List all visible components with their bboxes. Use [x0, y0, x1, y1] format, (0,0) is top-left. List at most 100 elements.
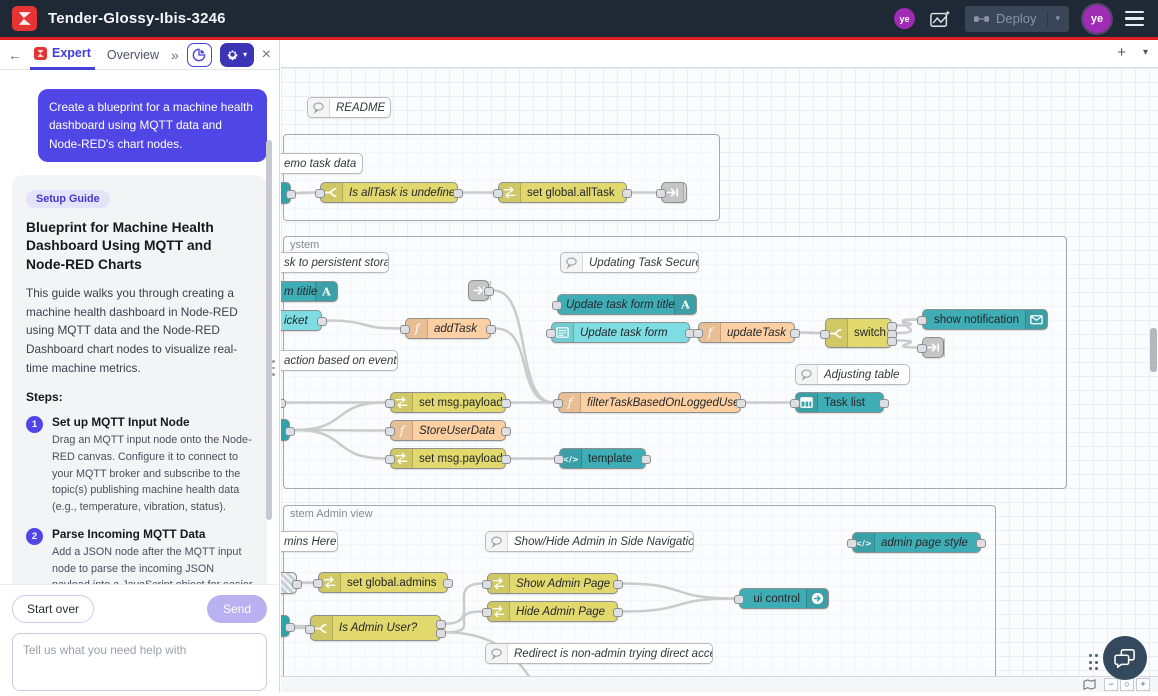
input-port[interactable]: [847, 539, 857, 548]
assistant-chat-button[interactable]: [1103, 636, 1147, 680]
output-port[interactable]: [436, 629, 446, 638]
output-port[interactable]: [790, 329, 800, 338]
panel-resize-handle[interactable]: [272, 360, 275, 376]
flow-node[interactable]: ffilterTaskBasedOnLoggedUser: [558, 392, 741, 413]
flow-node[interactable]: set global.admins: [318, 572, 448, 593]
input-port[interactable]: [313, 579, 323, 588]
start-over-button[interactable]: Start over: [12, 595, 94, 623]
send-button[interactable]: Send: [207, 595, 267, 623]
zoom-in-button[interactable]: +: [1136, 678, 1150, 691]
flow-node[interactable]: [281, 182, 291, 204]
canvas-scrollbar[interactable]: [1150, 68, 1157, 676]
canvas-scroll-thumb[interactable]: [1150, 328, 1157, 372]
menu-icon[interactable]: [1125, 11, 1144, 27]
output-port[interactable]: [484, 287, 494, 296]
fab-drag-handle[interactable]: [1089, 654, 1099, 670]
usage-chart-button[interactable]: [187, 43, 212, 67]
input-port[interactable]: [734, 595, 744, 604]
input-port[interactable]: [385, 427, 395, 436]
comment-node[interactable]: mins Here: [281, 531, 338, 552]
flow-node[interactable]: Hide Admin Page: [487, 601, 618, 622]
flow-node[interactable]: Update task form: [551, 322, 690, 343]
input-port[interactable]: [400, 325, 410, 334]
input-port[interactable]: [315, 189, 325, 198]
output-port[interactable]: [641, 455, 651, 464]
output-port[interactable]: [292, 580, 302, 589]
output-port[interactable]: [453, 189, 463, 198]
flow-node[interactable]: set global.allTask: [498, 182, 627, 203]
output-port[interactable]: [436, 620, 446, 629]
output-port[interactable]: [613, 580, 623, 589]
tab-overview[interactable]: Overview: [103, 40, 163, 70]
tab-expert[interactable]: Expert: [30, 40, 95, 70]
close-icon[interactable]: ×: [262, 46, 271, 64]
panel-scrollbar[interactable]: [266, 140, 272, 520]
output-port[interactable]: [286, 190, 296, 199]
flow-node[interactable]: icket: [281, 310, 322, 331]
help-input[interactable]: [12, 633, 267, 691]
input-port[interactable]: [656, 189, 666, 198]
input-port[interactable]: [482, 608, 492, 617]
flow-node[interactable]: Is Admin User?: [310, 615, 441, 641]
output-port[interactable]: [317, 317, 327, 326]
avatar-large[interactable]: ye: [1083, 5, 1111, 33]
input-port[interactable]: [482, 580, 492, 589]
comment-node[interactable]: Adjusting table: [795, 364, 910, 385]
output-port[interactable]: [501, 427, 511, 436]
input-port[interactable]: [552, 301, 562, 310]
output-port[interactable]: [736, 399, 746, 408]
input-port[interactable]: [917, 316, 927, 325]
output-port[interactable]: [285, 623, 295, 632]
avatar-small[interactable]: ye: [894, 8, 915, 29]
back-icon[interactable]: ←: [8, 47, 22, 63]
input-port[interactable]: [385, 399, 395, 408]
flow-node[interactable]: faddTask: [405, 318, 491, 339]
flow-node[interactable]: ui control: [739, 588, 829, 609]
zoom-reset-button[interactable]: ○: [1120, 678, 1134, 691]
collapse-tabs-icon[interactable]: »: [171, 47, 179, 63]
comment-node[interactable]: sk to persistent storage: [281, 252, 389, 273]
flow-node[interactable]: switch: [825, 318, 892, 348]
comment-node[interactable]: Redirect is non-admin trying direct acce…: [485, 643, 713, 664]
flow-node[interactable]: Show Admin Page: [487, 573, 618, 594]
flow-node[interactable]: [281, 419, 290, 441]
input-port[interactable]: [790, 399, 800, 408]
flow-node[interactable]: [468, 280, 489, 301]
input-port[interactable]: [546, 329, 556, 338]
flow-node[interactable]: AUpdate task form title: [557, 294, 697, 315]
comment-node[interactable]: Updating Task Securely: [560, 252, 699, 273]
zoom-out-button[interactable]: −: [1104, 678, 1118, 691]
input-port[interactable]: [820, 330, 830, 339]
input-port[interactable]: [493, 189, 503, 198]
input-port[interactable]: [305, 625, 315, 634]
deploy-caret-icon[interactable]: ▾: [1055, 13, 1060, 24]
flow-list-caret-icon[interactable]: ▾: [1143, 47, 1148, 58]
output-port[interactable]: [501, 455, 511, 464]
input-port[interactable]: [385, 455, 395, 464]
flow-node[interactable]: [281, 572, 297, 594]
output-port[interactable]: [443, 579, 453, 588]
input-port[interactable]: [554, 455, 564, 464]
flow-node[interactable]: Task list: [795, 392, 884, 413]
flow-node[interactable]: Is allTask is undefined: [320, 182, 458, 203]
output-port[interactable]: [622, 189, 632, 198]
ai-screenshot-icon[interactable]: [929, 9, 951, 29]
deploy-button[interactable]: Deploy ▾: [965, 6, 1069, 32]
flow-node[interactable]: [922, 337, 944, 358]
settings-button[interactable]: ▾: [220, 43, 254, 67]
flow-node[interactable]: [661, 182, 687, 203]
comment-node[interactable]: Show/Hide Admin in Side Navigation: [485, 531, 694, 552]
flow-canvas[interactable]: ystemstem Admin viewREADMEemo task dataI…: [281, 68, 1158, 676]
flow-group[interactable]: [283, 134, 720, 221]
comment-node[interactable]: emo task data: [281, 153, 363, 174]
flow-node[interactable]: fupdateTask: [698, 322, 795, 343]
comment-node[interactable]: action based on event: [281, 350, 398, 371]
output-port[interactable]: [285, 427, 295, 436]
output-port[interactable]: [879, 399, 889, 408]
output-port[interactable]: [501, 399, 511, 408]
add-flow-button[interactable]: +: [1117, 44, 1126, 61]
flow-node[interactable]: fStoreUserData: [390, 420, 506, 441]
output-port[interactable]: [887, 337, 897, 346]
flow-node[interactable]: set msg.payload: [390, 392, 506, 413]
input-port[interactable]: [917, 344, 927, 353]
